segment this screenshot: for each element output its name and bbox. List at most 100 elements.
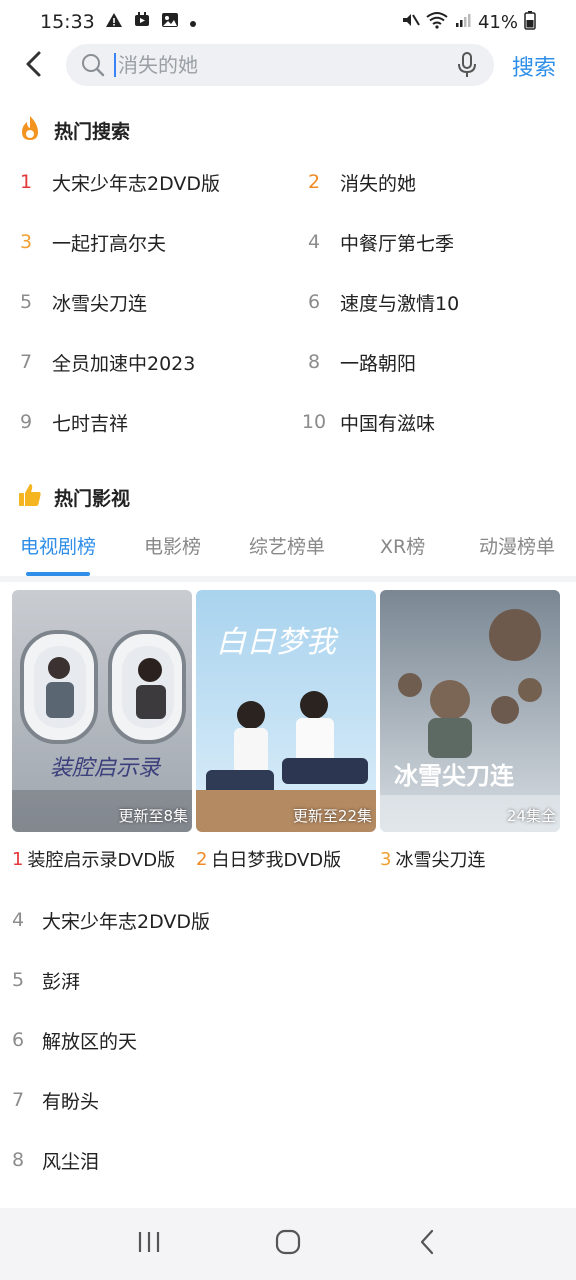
poster-rank: 1 [12, 848, 24, 870]
wifi-icon [426, 10, 448, 34]
hot-search-item[interactable]: 5 冰雪尖刀连 [8, 272, 147, 332]
search-header: 搜索 [0, 44, 576, 88]
tab-movies[interactable]: 电影榜 [144, 532, 201, 559]
back-button[interactable] [18, 50, 50, 82]
hot-video-title: 热门影视 [54, 487, 131, 510]
poster-name: 白日梦我DVD版 [211, 850, 342, 871]
poster-title-art: 冰雪尖刀连 [394, 762, 515, 790]
tab-tv-series[interactable]: 电视剧榜 [20, 532, 96, 559]
home-icon [275, 1229, 301, 1259]
hot-search-rank: 9 [19, 411, 33, 433]
poster-rank: 2 [196, 848, 208, 870]
list-item[interactable]: 7 有盼头 [0, 1070, 576, 1130]
status-time: 15:33 [40, 11, 95, 33]
tab-anime[interactable]: 动漫榜单 [479, 532, 555, 559]
divider [0, 576, 576, 582]
back-arrow-icon [23, 50, 45, 82]
hot-search-name: 全员加速中2023 [52, 352, 196, 375]
hot-search-item[interactable]: 3 一起打高尔夫 [8, 212, 166, 272]
poster-caption[interactable]: 1 装腔启示录DVD版 [12, 846, 175, 872]
mute-icon [400, 10, 420, 34]
hot-search-rank: 3 [19, 231, 33, 253]
microphone-icon[interactable] [454, 52, 480, 78]
hot-search-item[interactable]: 1 大宋少年志2DVD版 [8, 152, 220, 212]
hot-search-item[interactable]: 9 七时吉祥 [8, 392, 128, 452]
hot-search-item[interactable]: 10 中国有滋味 [296, 392, 435, 452]
search-button[interactable]: 搜索 [512, 50, 556, 82]
warning-icon [105, 11, 123, 33]
hot-search-name: 速度与激情10 [340, 292, 460, 315]
episode-badge: 更新至8集 [118, 807, 188, 825]
list-rank: 8 [11, 1149, 25, 1171]
hot-search-rank: 1 [19, 171, 33, 193]
video-app-icon [133, 11, 151, 33]
flame-icon [18, 114, 42, 146]
signal-icon [454, 11, 472, 33]
poster-card[interactable]: 冰雪尖刀连 24集全 [380, 590, 560, 832]
hot-search-item[interactable]: 6 速度与激情10 [296, 272, 459, 332]
hot-search-name: 一路朝阳 [340, 352, 417, 375]
poster-card[interactable]: 装腔启示录 更新至8集 [12, 590, 192, 832]
list-item[interactable]: 8 风尘泪 [0, 1130, 576, 1190]
hot-search-rank: 6 [307, 291, 321, 313]
poster-card[interactable]: 白日梦我 更新至22集 [196, 590, 376, 832]
episode-badge: 24集全 [506, 807, 556, 825]
battery-level: 41% [477, 11, 518, 33]
poster-image: 冰雪尖刀连 [380, 590, 560, 832]
hot-search-name: 冰雪尖刀连 [52, 292, 148, 315]
home-button[interactable] [264, 1220, 312, 1268]
hot-search-name: 中国有滋味 [340, 412, 436, 435]
hot-search-name: 消失的她 [340, 172, 417, 195]
hot-search-item[interactable]: 7 全员加速中2023 [8, 332, 195, 392]
episode-badge: 更新至22集 [292, 807, 372, 825]
list-name: 有盼头 [42, 1090, 100, 1113]
list-name: 彭湃 [42, 970, 81, 993]
hot-search-name: 中餐厅第七季 [340, 232, 455, 255]
recent-apps-button[interactable] [125, 1220, 173, 1268]
hot-search-rank: 7 [19, 351, 33, 373]
list-rank: 5 [11, 969, 25, 991]
hot-search-name: 一起打高尔夫 [52, 232, 167, 255]
poster-rank: 3 [380, 848, 392, 870]
list-rank: 7 [11, 1089, 25, 1111]
hot-search-rank: 5 [19, 291, 33, 313]
hot-search-rank: 4 [307, 231, 321, 253]
poster-caption[interactable]: 2 白日梦我DVD版 [196, 846, 341, 872]
search-icon [80, 52, 106, 78]
list-name: 解放区的天 [42, 1030, 138, 1053]
hot-search-name: 七时吉祥 [52, 412, 129, 435]
hot-search-item[interactable]: 4 中餐厅第七季 [296, 212, 454, 272]
image-icon [161, 11, 179, 33]
system-nav-bar [0, 1208, 576, 1280]
hot-search-name: 大宋少年志2DVD版 [52, 172, 221, 195]
list-item[interactable]: 6 解放区的天 [0, 1010, 576, 1070]
hot-search-header: 热门搜索 [18, 114, 130, 146]
list-item[interactable]: 5 彭湃 [0, 950, 576, 1010]
hot-search-rank: 8 [307, 351, 321, 373]
list-item[interactable]: 4 大宋少年志2DVD版 [0, 890, 576, 950]
list-name: 风尘泪 [42, 1150, 100, 1173]
search-input[interactable] [114, 53, 454, 77]
status-bar: 15:33 41% [0, 0, 576, 44]
tab-variety[interactable]: 综艺榜单 [249, 532, 325, 559]
back-nav-button[interactable] [403, 1220, 451, 1268]
hot-search-item[interactable]: 8 一路朝阳 [296, 332, 416, 392]
search-box[interactable] [66, 44, 494, 86]
hot-search-item[interactable]: 2 消失的她 [296, 152, 416, 212]
hot-search-rank: 10 [301, 411, 327, 433]
poster-image: 白日梦我 [196, 590, 376, 832]
tab-xr[interactable]: XR榜 [380, 532, 425, 559]
poster-title-art: 白日梦我 [216, 625, 339, 660]
poster-image: 装腔启示录 [12, 590, 192, 832]
list-rank: 4 [11, 909, 25, 931]
poster-caption[interactable]: 3 冰雪尖刀连 [380, 846, 485, 872]
hot-search-title: 热门搜索 [54, 120, 131, 143]
hot-search-rank: 2 [307, 171, 321, 193]
category-tabs: 电视剧榜 电影榜 综艺榜单 XR榜 动漫榜单 [0, 520, 576, 576]
list-rank: 6 [11, 1029, 25, 1051]
notification-dot-icon [189, 13, 197, 32]
poster-name: 装腔启示录DVD版 [27, 850, 176, 871]
poster-name: 冰雪尖刀连 [395, 850, 486, 871]
poster-title-art: 装腔启示录 [50, 756, 162, 781]
list-name: 大宋少年志2DVD版 [42, 910, 211, 933]
